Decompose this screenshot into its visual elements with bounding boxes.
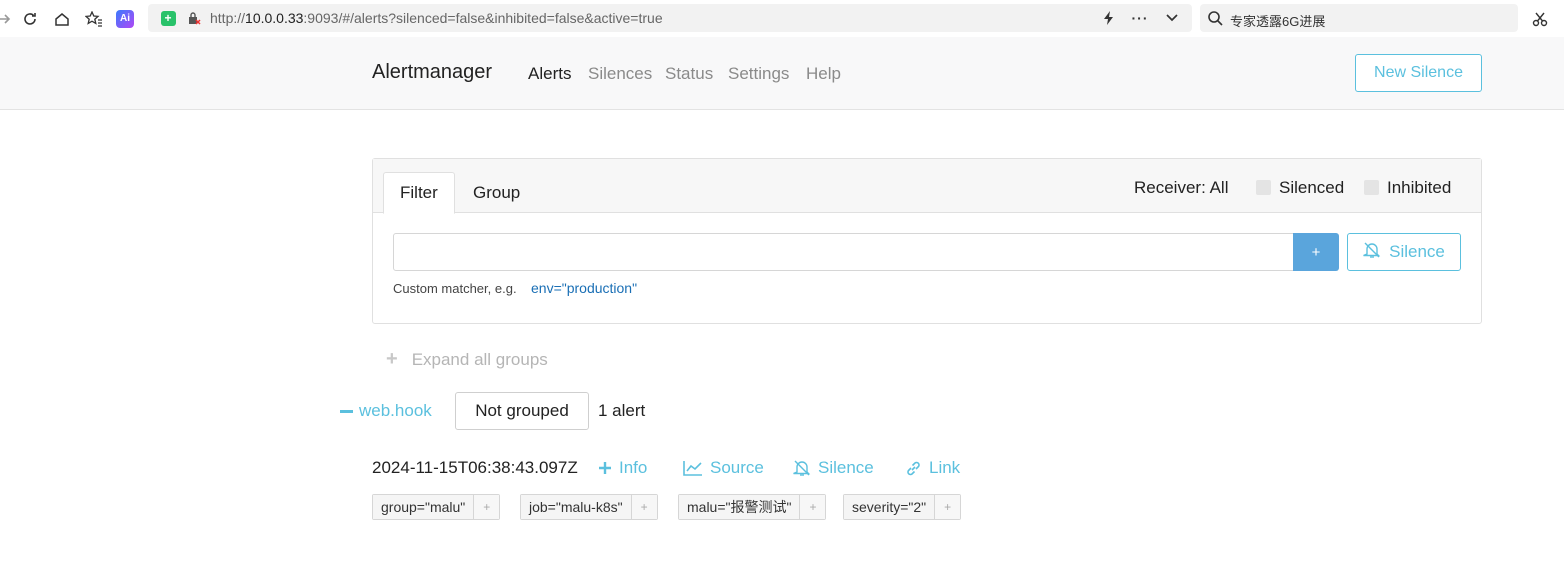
info-button[interactable]: Info: [598, 458, 647, 478]
browser-search-box[interactable]: 专家透露6G进展: [1200, 4, 1518, 32]
nav-alerts[interactable]: Alerts: [528, 64, 571, 84]
add-filter-button[interactable]: +: [1293, 233, 1339, 271]
reload-icon[interactable]: [20, 9, 40, 29]
search-text[interactable]: 专家透露6G进展: [1230, 11, 1325, 30]
group-badge: Not grouped: [455, 392, 589, 430]
search-icon: [1205, 8, 1225, 28]
plus-icon: +: [386, 348, 398, 370]
minus-icon: [340, 409, 353, 413]
silenced-checkbox[interactable]: [1256, 180, 1271, 195]
nav-settings[interactable]: Settings: [728, 64, 789, 84]
home-icon[interactable]: [52, 9, 72, 29]
chart-line-icon: [683, 460, 703, 476]
add-label-filter-button[interactable]: +: [934, 495, 961, 519]
filter-card: Filter Group Receiver: All Silenced Inhi…: [372, 158, 1482, 324]
add-label-filter-button[interactable]: +: [799, 495, 826, 519]
chevron-down-icon[interactable]: [1162, 8, 1182, 28]
new-silence-button[interactable]: New Silence: [1355, 54, 1482, 92]
shield-icon[interactable]: +: [158, 8, 178, 28]
inhibited-checkbox[interactable]: [1364, 180, 1379, 195]
receiver-dropdown[interactable]: Receiver: All: [1134, 178, 1228, 198]
filter-card-header: Filter Group Receiver: All Silenced Inhi…: [373, 159, 1481, 214]
tab-filter[interactable]: Filter: [383, 172, 455, 214]
label-chip: malu="报警测试" +: [678, 494, 827, 520]
nav-help[interactable]: Help: [806, 64, 841, 84]
app-navbar: Alertmanager Alerts Silences Status Sett…: [0, 37, 1564, 110]
address-bar[interactable]: + http://10.0.0.33:9093/#/alerts?silence…: [148, 4, 1192, 32]
expand-all-groups[interactable]: + Expand all groups: [386, 348, 548, 371]
browser-toolbar: Ai + http://10.0.0.33:9093/#/alerts?sile…: [0, 0, 1564, 37]
ai-assistant-icon[interactable]: Ai: [115, 9, 135, 29]
inhibited-label[interactable]: Inhibited: [1387, 178, 1451, 198]
alert-count: 1 alert: [598, 401, 646, 420]
forward-icon[interactable]: [0, 9, 14, 29]
label-chip: group="malu" +: [372, 494, 501, 520]
plus-icon: [598, 461, 612, 475]
more-icon[interactable]: ···: [1130, 8, 1150, 28]
url-text[interactable]: http://10.0.0.33:9093/#/alerts?silenced=…: [210, 10, 663, 26]
lightning-icon[interactable]: [1099, 8, 1119, 28]
silence-alert-button[interactable]: Silence: [793, 458, 874, 478]
group-collapse-toggle[interactable]: web.hook: [340, 401, 432, 421]
brand-logo[interactable]: Alertmanager: [372, 61, 492, 84]
add-label-filter-button[interactable]: +: [630, 495, 657, 519]
label-chip: job="malu-k8s" +: [520, 494, 658, 520]
label-chip: severity="2" +: [843, 494, 962, 520]
filter-input[interactable]: [393, 233, 1294, 271]
insecure-lock-icon[interactable]: [184, 8, 204, 28]
matcher-hint: Custom matcher, e.g.: [393, 281, 517, 296]
matcher-example: env="production": [531, 280, 638, 296]
silence-filter-button[interactable]: Silence: [1347, 233, 1461, 271]
silenced-label[interactable]: Silenced: [1279, 178, 1344, 198]
favorites-icon[interactable]: [84, 9, 104, 29]
nav-silences[interactable]: Silences: [588, 64, 652, 84]
bell-slash-icon: [1363, 241, 1381, 264]
scissors-icon[interactable]: [1530, 9, 1550, 29]
source-button[interactable]: Source: [683, 458, 764, 478]
link-icon: [905, 460, 922, 477]
add-label-filter-button[interactable]: +: [473, 495, 500, 519]
alert-timestamp: 2024-11-15T06:38:43.097Z: [372, 458, 578, 477]
bell-slash-icon: [793, 459, 811, 477]
link-button[interactable]: Link: [905, 458, 960, 478]
nav-status[interactable]: Status: [665, 64, 713, 84]
tab-group[interactable]: Group: [457, 172, 536, 213]
